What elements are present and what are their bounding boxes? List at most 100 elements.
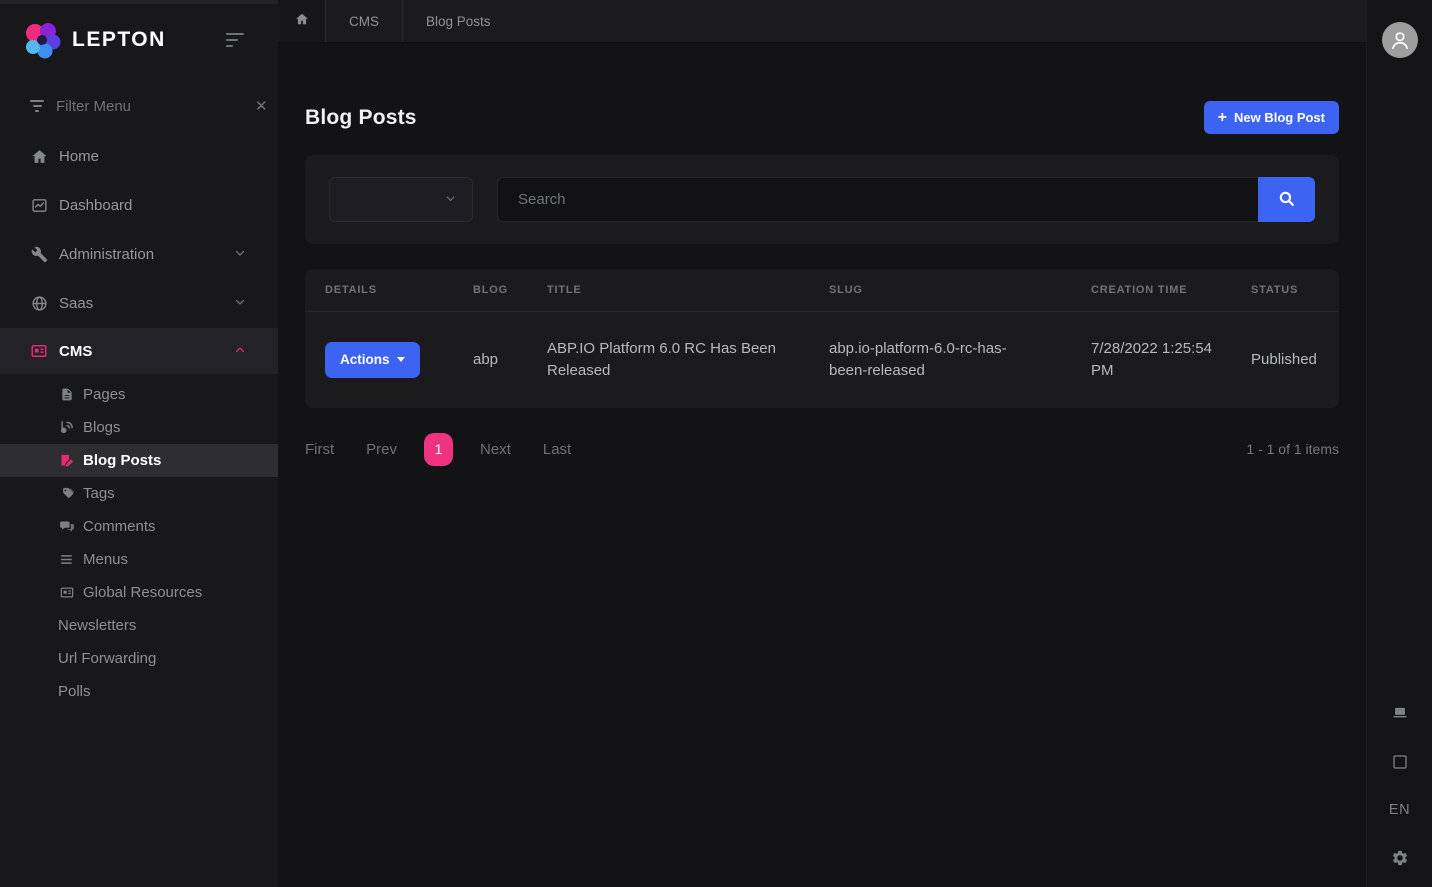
chevron-down-icon xyxy=(234,295,246,312)
cell-slug: abp.io-platform-6.0-rc-has-been-released xyxy=(829,312,1091,408)
sidebar-item-comments[interactable]: Comments xyxy=(0,510,278,543)
right-toolbar: EN xyxy=(1366,0,1432,887)
sidebar-item-global-resources[interactable]: Global Resources xyxy=(0,576,278,609)
blog-posts-table: DETAILS BLOG TITLE SLUG CREATION TIME ST… xyxy=(305,269,1339,408)
sidebar-item-label: Saas xyxy=(59,295,234,312)
right-toolbar-bottom: EN xyxy=(1389,705,1410,867)
sidebar-item-label: Newsletters xyxy=(58,617,136,634)
sidebar-item-administration[interactable]: Administration xyxy=(0,230,278,279)
filter-menu-input[interactable] xyxy=(56,98,255,115)
sidebar-item-label: Global Resources xyxy=(83,584,202,601)
sidebar-item-blogs[interactable]: Blogs xyxy=(0,411,278,444)
brand-name: LEPTON xyxy=(72,28,222,52)
sidebar-item-label: Pages xyxy=(83,386,126,403)
cell-creation-time: 7/28/2022 1:25:54 PM xyxy=(1091,312,1251,408)
comments-icon xyxy=(58,519,75,534)
column-header-status: STATUS xyxy=(1251,269,1319,311)
column-header-blog: BLOG xyxy=(473,269,547,311)
user-avatar[interactable] xyxy=(1382,22,1418,58)
language-selector[interactable]: EN xyxy=(1389,802,1410,818)
table-row: Actions abp ABP.IO Platform 6.0 RC Has B… xyxy=(305,312,1339,408)
sidebar-collapse-icon[interactable] xyxy=(222,29,248,51)
page-content: Blog Posts + New Blog Post xyxy=(278,43,1366,887)
home-icon xyxy=(295,12,309,30)
title-row: Blog Posts + New Blog Post xyxy=(305,101,1339,134)
filter-close-icon[interactable]: ✕ xyxy=(255,97,268,115)
sidebar-item-label: Dashboard xyxy=(59,197,246,214)
row-actions-button[interactable]: Actions xyxy=(325,342,420,378)
column-header-slug: SLUG xyxy=(829,269,1091,311)
cell-blog: abp xyxy=(473,312,547,408)
sidebar-item-url-forwarding[interactable]: Url Forwarding xyxy=(0,642,278,675)
pagination-page-1[interactable]: 1 xyxy=(424,433,453,466)
laptop-icon[interactable] xyxy=(1390,705,1410,722)
sidebar-item-label: CMS xyxy=(59,343,234,360)
pagination-prev[interactable]: Prev xyxy=(366,441,397,458)
sidebar-item-polls[interactable]: Polls xyxy=(0,675,278,708)
sidebar-item-blog-posts[interactable]: Blog Posts xyxy=(0,444,278,477)
pagination-first[interactable]: First xyxy=(305,441,334,458)
column-header-creation-time: CREATION TIME xyxy=(1091,269,1251,311)
table-header-row: DETAILS BLOG TITLE SLUG CREATION TIME ST… xyxy=(305,269,1339,312)
pagination-last[interactable]: Last xyxy=(543,441,571,458)
actions-label: Actions xyxy=(340,352,390,367)
blog-icon xyxy=(58,420,75,435)
sidebar-item-dashboard[interactable]: Dashboard xyxy=(0,181,278,230)
filter-select[interactable] xyxy=(329,177,473,222)
pagination-summary: 1 - 1 of 1 items xyxy=(1246,441,1339,457)
main-area: CMS Blog Posts Blog Posts + New Blog Pos… xyxy=(278,0,1366,887)
sidebar-item-label: Comments xyxy=(83,518,156,535)
search-button[interactable] xyxy=(1258,177,1315,222)
chevron-down-icon xyxy=(234,246,246,263)
home-icon xyxy=(30,148,48,165)
lepton-logo-icon xyxy=(22,20,62,60)
sidebar-item-label: Blogs xyxy=(83,419,121,436)
cell-title: ABP.IO Platform 6.0 RC Has Been Released xyxy=(547,312,829,408)
newspaper-icon xyxy=(58,585,75,600)
cell-status: Published xyxy=(1251,312,1319,408)
sidebar-item-label: Url Forwarding xyxy=(58,650,156,667)
sidebar-item-pages[interactable]: Pages xyxy=(0,378,278,411)
gear-icon[interactable] xyxy=(1391,849,1409,867)
fullscreen-icon[interactable] xyxy=(1391,753,1409,771)
file-icon xyxy=(58,387,75,402)
search-input[interactable] xyxy=(497,177,1258,222)
sidebar-header: LEPTON xyxy=(0,4,278,76)
sidebar-item-saas[interactable]: Saas xyxy=(0,279,278,328)
search-group xyxy=(497,177,1315,222)
file-pen-icon xyxy=(58,453,75,468)
search-icon xyxy=(1278,190,1295,210)
sidebar-nav: Home Dashboard Administration xyxy=(0,132,278,887)
newspaper-icon xyxy=(30,342,48,360)
cell-details: Actions xyxy=(325,312,473,408)
filter-menu-row: ✕ xyxy=(0,84,278,128)
tags-icon xyxy=(58,486,75,501)
sidebar-item-tags[interactable]: Tags xyxy=(0,477,278,510)
sidebar-item-newsletters[interactable]: Newsletters xyxy=(0,609,278,642)
wrench-icon xyxy=(30,246,48,263)
caret-down-icon xyxy=(397,357,405,362)
sidebar-item-cms[interactable]: CMS xyxy=(0,328,278,374)
plus-icon: + xyxy=(1218,110,1227,126)
breadcrumb-item-blog-posts[interactable]: Blog Posts xyxy=(403,0,514,42)
sidebar-item-menus[interactable]: Menus xyxy=(0,543,278,576)
chevron-down-icon xyxy=(445,191,456,208)
bars-icon xyxy=(58,553,75,566)
breadcrumb: CMS Blog Posts xyxy=(278,0,1366,43)
page-title: Blog Posts xyxy=(305,106,417,130)
search-card xyxy=(305,155,1339,244)
pagination-next[interactable]: Next xyxy=(480,441,511,458)
new-blog-post-button[interactable]: + New Blog Post xyxy=(1204,101,1339,134)
sidebar-item-label: Administration xyxy=(59,246,234,263)
sidebar-item-label: Polls xyxy=(58,683,91,700)
cms-submenu: Pages Blogs Blog Posts xyxy=(0,374,278,708)
sidebar-item-label: Menus xyxy=(83,551,128,568)
column-header-title: TITLE xyxy=(547,269,829,311)
app-window: LEPTON ✕ Home Dashboar xyxy=(0,0,1432,887)
breadcrumb-item-cms[interactable]: CMS xyxy=(326,0,402,42)
breadcrumb-home[interactable] xyxy=(278,0,325,42)
new-blog-post-label: New Blog Post xyxy=(1234,110,1325,125)
sidebar-item-home[interactable]: Home xyxy=(0,132,278,181)
column-header-details: DETAILS xyxy=(325,269,473,311)
globe-icon xyxy=(30,295,48,312)
